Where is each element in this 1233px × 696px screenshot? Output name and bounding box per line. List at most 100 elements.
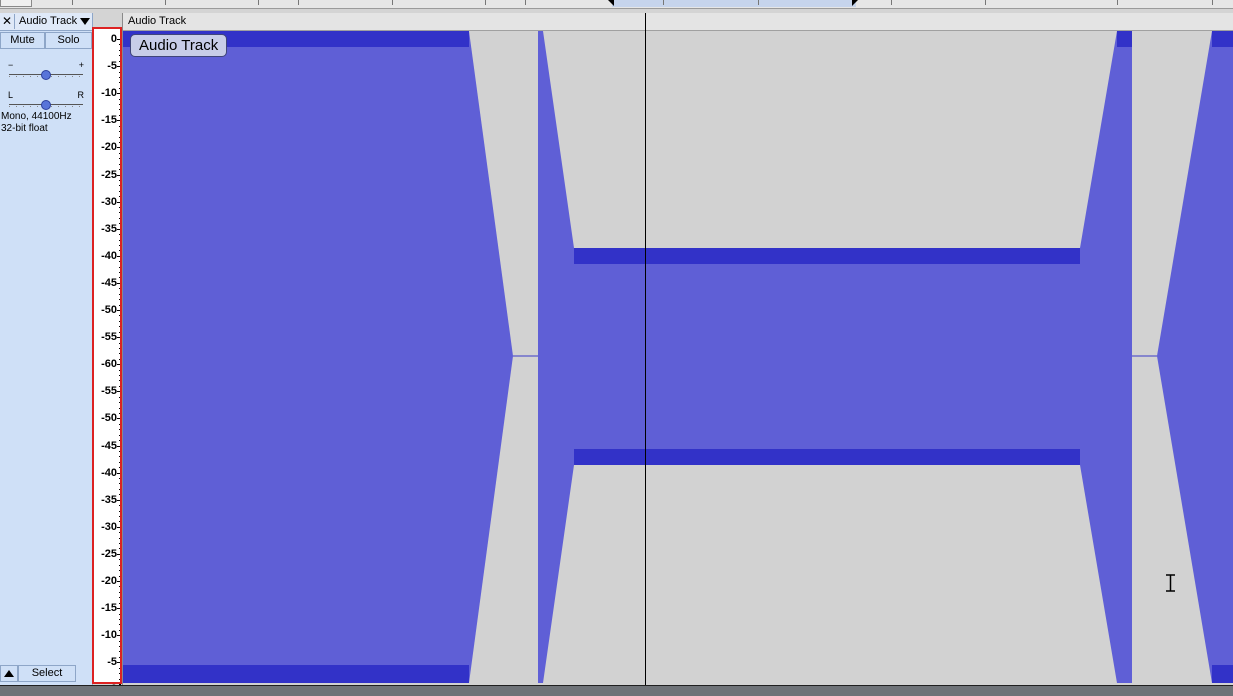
db-minor-tick <box>119 190 121 192</box>
db-major-tick <box>117 635 121 637</box>
db-minor-tick <box>119 55 121 57</box>
close-icon[interactable]: ✕ <box>0 14 15 29</box>
db-major-tick <box>117 418 121 420</box>
ruler-tick <box>485 0 486 5</box>
db-minor-tick <box>119 575 121 577</box>
db-minor-tick <box>119 656 121 658</box>
db-minor-tick <box>119 347 121 349</box>
pan-slider[interactable]: L R <box>8 90 84 110</box>
selection-start-marker-icon[interactable] <box>608 0 614 6</box>
db-label: -30 <box>101 195 117 208</box>
db-minor-tick <box>119 223 121 225</box>
db-major-tick <box>117 310 121 311</box>
db-minor-tick <box>119 559 121 561</box>
db-minor-tick <box>119 76 121 78</box>
db-minor-tick <box>119 537 121 539</box>
clip-title-bar[interactable]: Audio Track <box>123 13 1233 31</box>
db-major-tick <box>117 228 121 230</box>
db-major-tick <box>117 526 121 528</box>
db-minor-tick <box>119 624 121 626</box>
db-minor-tick <box>119 602 121 604</box>
ruler-tick <box>663 0 664 5</box>
db-minor-tick <box>119 60 121 62</box>
vertical-db-ruler[interactable]: 0 -5 -10 -15 -20 -25 -30 -35 -40 -45 -50 -55 -60 -55-… <box>93 29 121 695</box>
db-minor-tick <box>119 114 121 116</box>
db-minor-tick <box>119 456 121 458</box>
db-label: -50 <box>101 304 117 316</box>
db-minor-tick <box>119 402 121 404</box>
db-minor-tick <box>119 651 121 653</box>
db-minor-tick <box>119 131 121 133</box>
db-minor-tick <box>119 288 121 290</box>
db-minor-tick <box>119 358 121 360</box>
gain-plus-label: + <box>78 60 84 70</box>
db-label: -5 <box>107 656 117 669</box>
db-minor-tick <box>119 586 121 588</box>
db-minor-tick <box>119 483 121 485</box>
db-major-tick <box>117 499 121 501</box>
clip-name-badge[interactable]: Audio Track <box>130 34 228 57</box>
db-minor-tick <box>119 244 121 246</box>
db-minor-tick <box>119 646 121 648</box>
db-minor-tick <box>119 141 121 143</box>
db-minor-tick <box>119 320 121 322</box>
track-area[interactable]: Audio Track Audio Track <box>122 13 1233 685</box>
mute-button[interactable]: Mute <box>0 32 45 49</box>
track-name-menu[interactable]: Audio Track <box>15 14 92 29</box>
db-major-tick <box>117 581 121 582</box>
db-label: -30 <box>101 520 117 533</box>
db-major-tick <box>117 66 121 68</box>
db-minor-tick <box>119 369 121 371</box>
waveform-peak-band <box>1212 31 1233 47</box>
db-label: -10 <box>101 87 117 100</box>
db-minor-tick <box>119 407 121 409</box>
gain-slider-thumb[interactable] <box>41 70 51 80</box>
solo-button[interactable]: Solo <box>45 32 92 49</box>
select-track-button[interactable]: Select <box>18 665 76 682</box>
db-minor-tick <box>119 532 121 534</box>
db-label: -20 <box>101 575 117 587</box>
ruler-tick <box>758 0 759 5</box>
selection-end-marker-icon[interactable] <box>852 0 858 6</box>
db-label: -35 <box>101 222 117 235</box>
chevron-down-icon <box>80 18 90 25</box>
ruler-tick <box>258 0 259 5</box>
pan-slider-thumb[interactable] <box>41 100 51 110</box>
db-minor-tick <box>119 478 121 480</box>
db-minor-tick <box>119 158 121 160</box>
ruler-tick <box>1212 0 1213 5</box>
selection-region <box>612 0 856 7</box>
db-major-tick <box>117 255 121 257</box>
db-minor-tick <box>119 412 121 414</box>
db-major-tick <box>117 391 121 393</box>
db-minor-tick <box>119 293 121 295</box>
db-minor-tick <box>119 375 121 377</box>
db-label: -45 <box>101 276 117 289</box>
gain-slider[interactable]: − + <box>8 60 84 80</box>
db-minor-tick <box>119 494 121 496</box>
db-major-tick <box>117 282 121 284</box>
db-label: -45 <box>101 439 117 452</box>
bottom-scroll-area[interactable] <box>0 685 1233 696</box>
track-name: Audio Track <box>19 15 78 27</box>
db-minor-tick <box>119 163 121 165</box>
db-minor-tick <box>119 597 121 599</box>
ruler-corner-button[interactable] <box>0 0 32 7</box>
db-minor-tick <box>119 461 121 463</box>
db-major-tick <box>117 93 121 95</box>
db-minor-tick <box>119 548 121 550</box>
db-label: -5 <box>107 60 117 73</box>
db-minor-tick <box>119 239 121 241</box>
waveform[interactable] <box>123 31 1233 685</box>
db-minor-tick <box>119 261 121 263</box>
db-minor-tick <box>119 331 121 333</box>
ruler-tick <box>985 0 986 5</box>
db-minor-tick <box>119 109 121 111</box>
collapse-track-button[interactable] <box>0 665 18 682</box>
db-label: -35 <box>101 493 117 506</box>
db-minor-tick <box>119 152 121 154</box>
db-minor-tick <box>119 304 121 306</box>
ruler-tick <box>1117 0 1118 5</box>
timeline-ruler[interactable] <box>0 0 1233 9</box>
db-minor-tick <box>119 272 121 274</box>
